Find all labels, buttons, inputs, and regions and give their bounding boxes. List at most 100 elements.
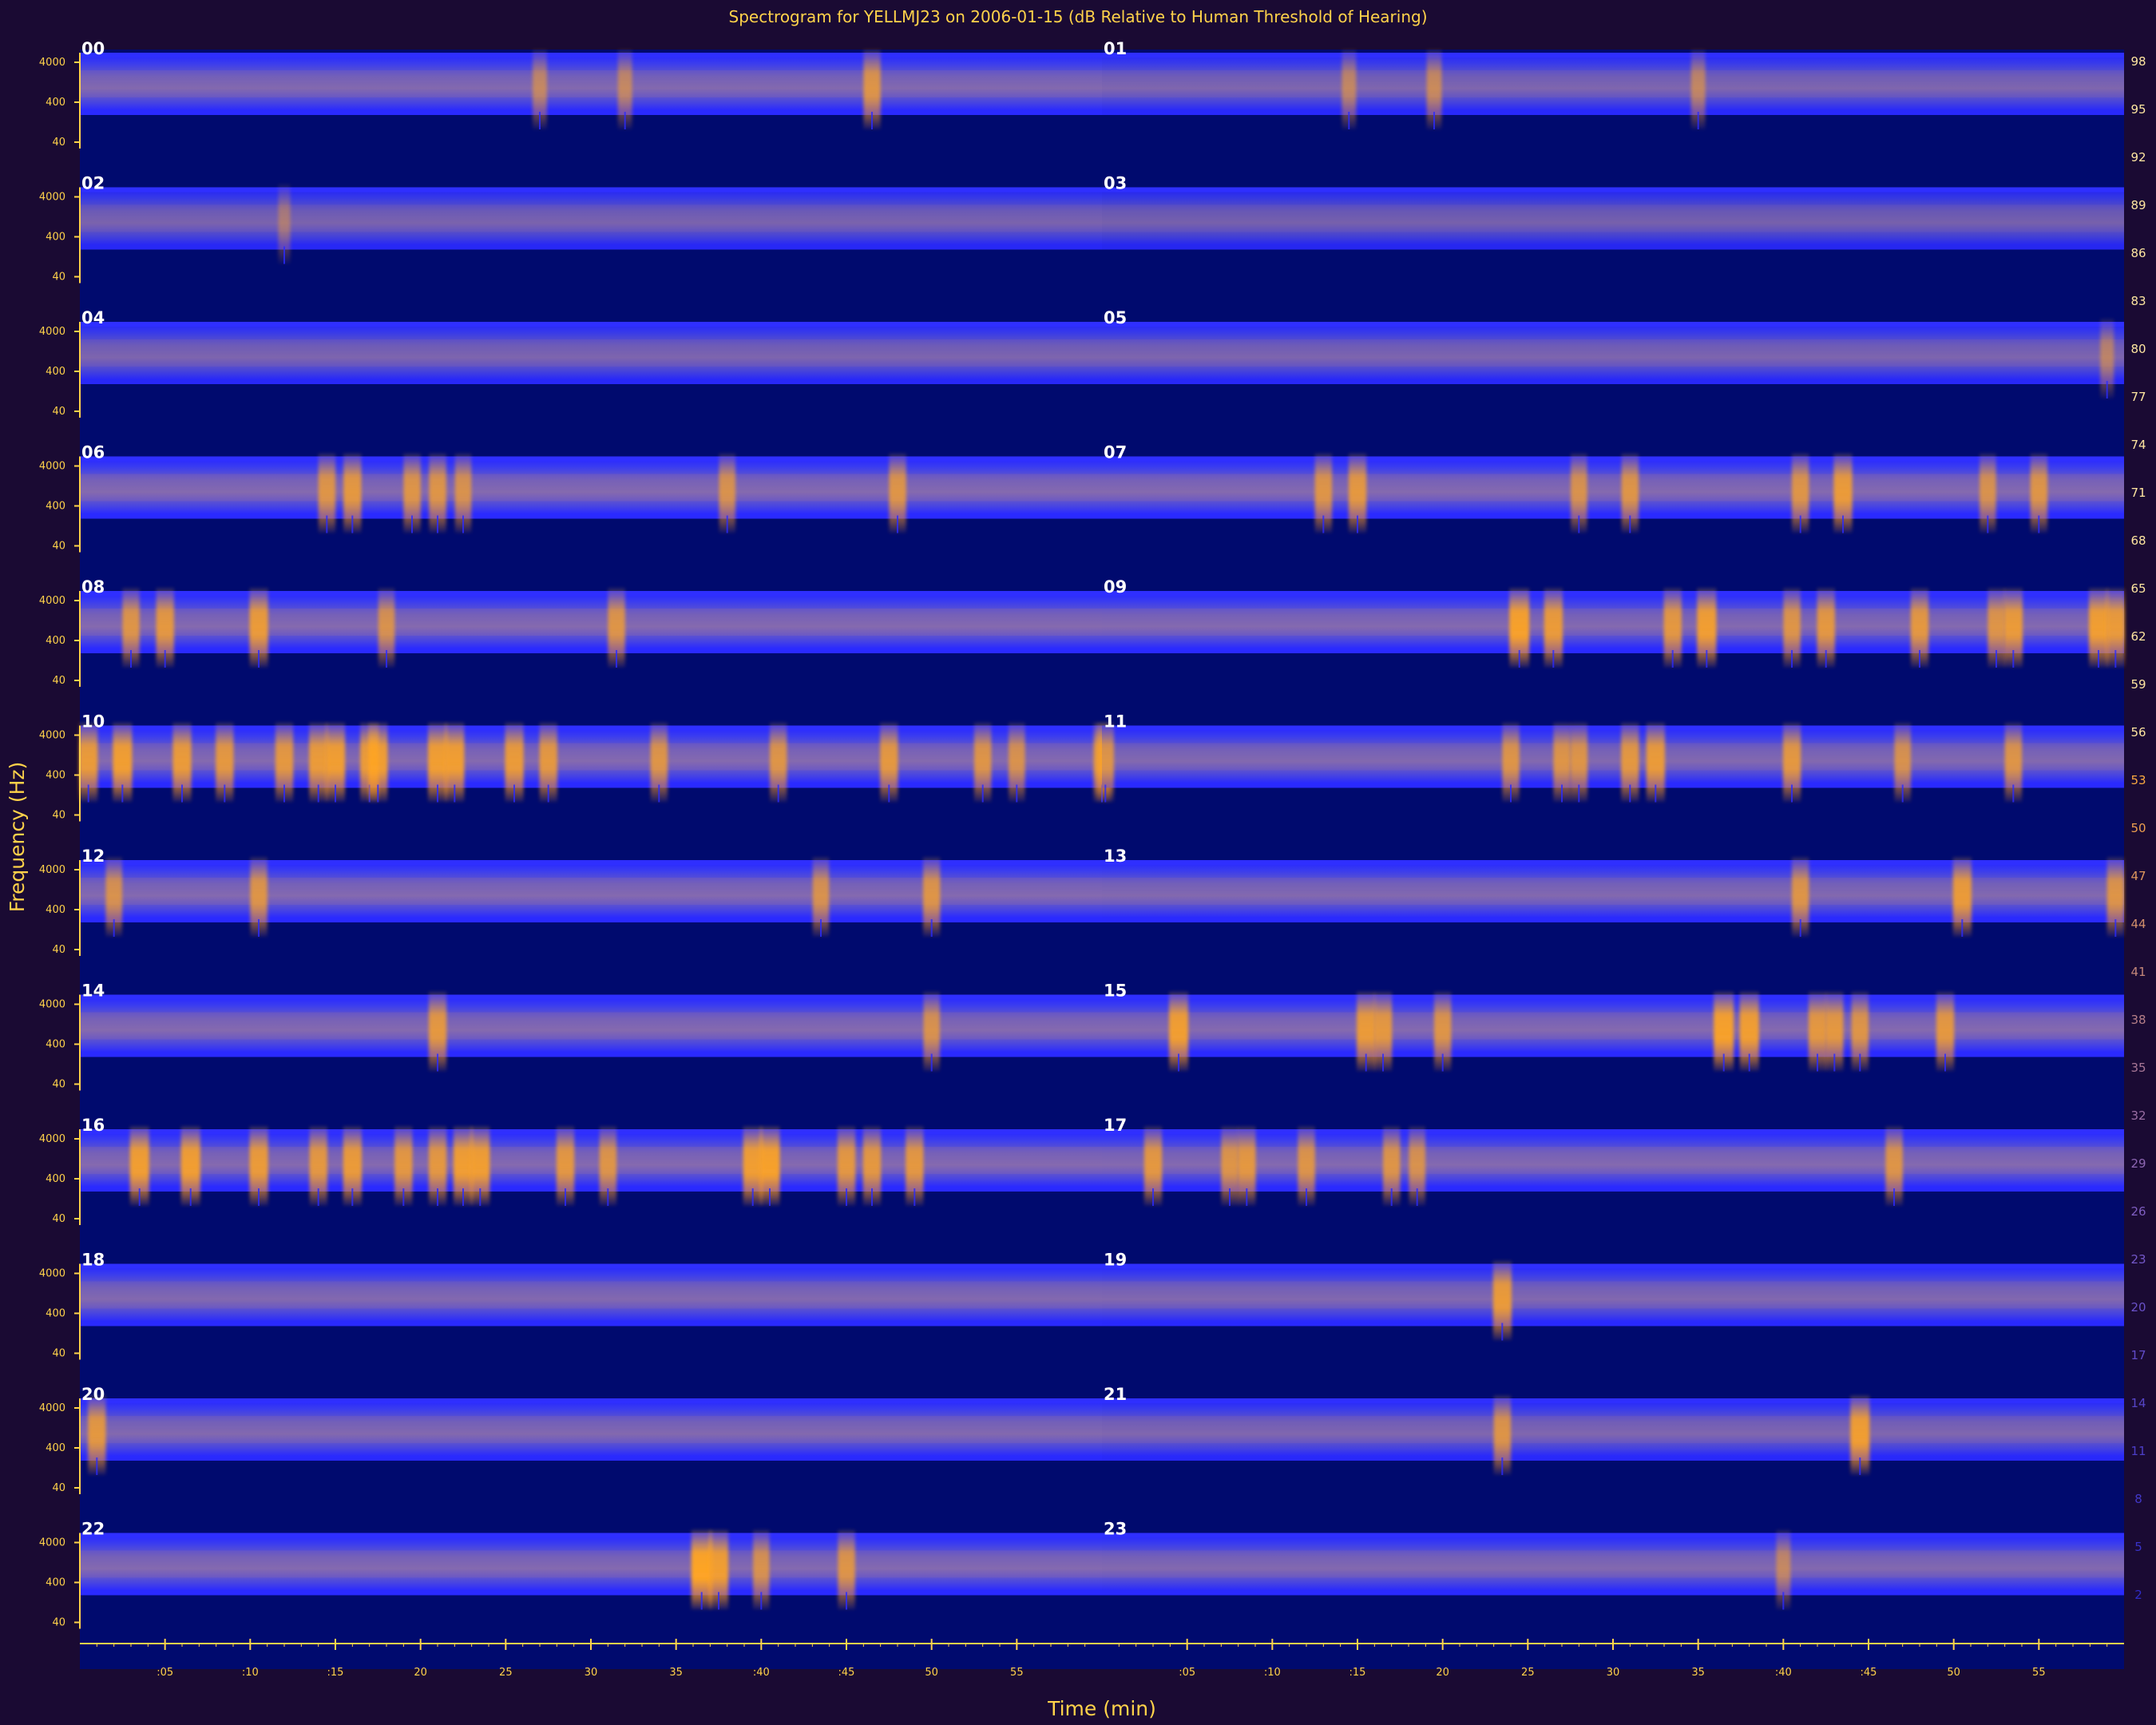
event-tail	[1390, 1188, 1393, 1206]
event-tail	[138, 1188, 141, 1206]
event-tail	[897, 515, 898, 533]
event-tail	[2114, 650, 2117, 668]
time-tick-label: :40	[1775, 1667, 1792, 1679]
event-tail	[2114, 919, 2117, 937]
event-tail	[1782, 1592, 1785, 1610]
event-tail	[1629, 515, 1631, 533]
event-tail	[283, 784, 285, 803]
colorbar-tick-label: 50	[2130, 821, 2146, 835]
time-tick-label: :05	[157, 1667, 173, 1679]
freq-tick-label: 40	[52, 541, 65, 553]
colorbar-tick-label: 92	[2130, 150, 2146, 165]
colorbar-tick-label: 59	[2130, 677, 2146, 692]
band-edge	[80, 322, 1102, 327]
hour-label-18: 18	[81, 1251, 105, 1270]
event-tail	[1229, 1188, 1231, 1206]
event-tail	[224, 784, 226, 803]
event-tail	[1433, 112, 1435, 129]
event-tail	[1987, 515, 1989, 533]
hour-label-15: 15	[1104, 981, 1127, 1001]
time-tick-label: :05	[1179, 1667, 1195, 1679]
hour-label-21: 21	[1104, 1385, 1127, 1404]
event-tail	[1416, 1188, 1418, 1206]
colorbar-tick-label: 77	[2130, 390, 2146, 404]
event-tail	[189, 1188, 192, 1206]
event-tail	[2038, 515, 2040, 533]
event-tail	[1859, 1457, 1861, 1475]
event-tail	[1629, 784, 1631, 803]
event-tail	[1178, 1053, 1179, 1072]
band-edge	[1102, 1398, 2124, 1403]
band-edge	[80, 1263, 1102, 1269]
event-tail	[2106, 381, 2108, 399]
event-tail	[113, 919, 115, 937]
event-tail	[121, 784, 124, 803]
event-tail	[1697, 112, 1699, 129]
event-tail	[258, 919, 260, 937]
band-edge	[80, 860, 1102, 865]
hour-label-19: 19	[1104, 1251, 1127, 1270]
colorbar-tick-label: 62	[2130, 629, 2146, 644]
freq-tick-label: 4000	[39, 1537, 65, 1549]
event-tail	[1382, 1053, 1384, 1072]
event-tail	[760, 1592, 763, 1610]
colorbar-tick-label: 98	[2130, 54, 2146, 69]
event-tail	[437, 1053, 438, 1072]
event-tail	[547, 784, 549, 803]
event-tail	[1722, 1053, 1725, 1072]
event-tail	[1501, 1457, 1504, 1475]
band-edge	[80, 1129, 1102, 1134]
time-tick-label: 20	[1436, 1667, 1449, 1679]
hour-label-06: 06	[81, 443, 105, 462]
event-tail	[820, 919, 822, 937]
colorbar-tick-label: 68	[2130, 533, 2146, 548]
event-tail	[1578, 784, 1580, 803]
hour-label-14: 14	[81, 981, 105, 1001]
hour-label-01: 01	[1104, 39, 1127, 58]
colorbar-tick-label: 20	[2130, 1300, 2146, 1315]
freq-tick-label: 4000	[39, 864, 65, 876]
freq-tick-label: 40	[52, 137, 65, 149]
band-edge	[80, 1533, 1102, 1538]
event-tail	[1510, 784, 1512, 803]
event-tail	[1901, 784, 1904, 803]
time-tick-label: :10	[242, 1667, 259, 1679]
event-tail	[1152, 1188, 1154, 1206]
hour-label-03: 03	[1104, 174, 1127, 193]
colorbar-tick-label: 17	[2130, 1348, 2146, 1362]
event-tail	[513, 784, 515, 803]
band-core	[80, 609, 1102, 636]
time-tick-label: 55	[2032, 1667, 2046, 1679]
band-core	[1102, 1012, 2124, 1040]
event-tail	[87, 784, 89, 803]
band-edge	[80, 994, 1102, 1000]
event-tail	[258, 1188, 260, 1206]
event-tail	[1246, 1188, 1248, 1206]
event-tail	[539, 112, 541, 129]
colorbar-tick-label: 32	[2130, 1108, 2146, 1123]
y-axis-label: Frequency (Hz)	[6, 762, 29, 913]
colorbar-tick-label: 26	[2130, 1204, 2146, 1219]
freq-tick-label: 40	[52, 1482, 65, 1494]
event-tail	[1799, 919, 1801, 937]
time-tick-label: 25	[499, 1667, 513, 1679]
freq-tick-label: 400	[46, 904, 65, 916]
hour-label-20: 20	[81, 1385, 105, 1404]
freq-tick-label: 400	[46, 501, 65, 513]
event-tail	[930, 1053, 933, 1072]
event-tail	[258, 650, 260, 668]
band-core	[80, 1550, 1102, 1578]
freq-tick-label: 40	[52, 1213, 65, 1225]
time-tick-label: 25	[1521, 1667, 1535, 1679]
event-tail	[437, 515, 438, 533]
event-tail	[1944, 1053, 1946, 1072]
colorbar-tick-label: 71	[2130, 486, 2146, 500]
colorbar-tick-label: 80	[2130, 342, 2146, 356]
event-tail	[846, 1188, 847, 1206]
hour-label-07: 07	[1104, 443, 1127, 462]
event-tail	[454, 784, 456, 803]
band-core	[1102, 339, 2124, 367]
colorbar-tick-label: 23	[2130, 1252, 2146, 1267]
event-tail	[1322, 515, 1325, 533]
freq-tick-label: 4000	[39, 57, 65, 69]
